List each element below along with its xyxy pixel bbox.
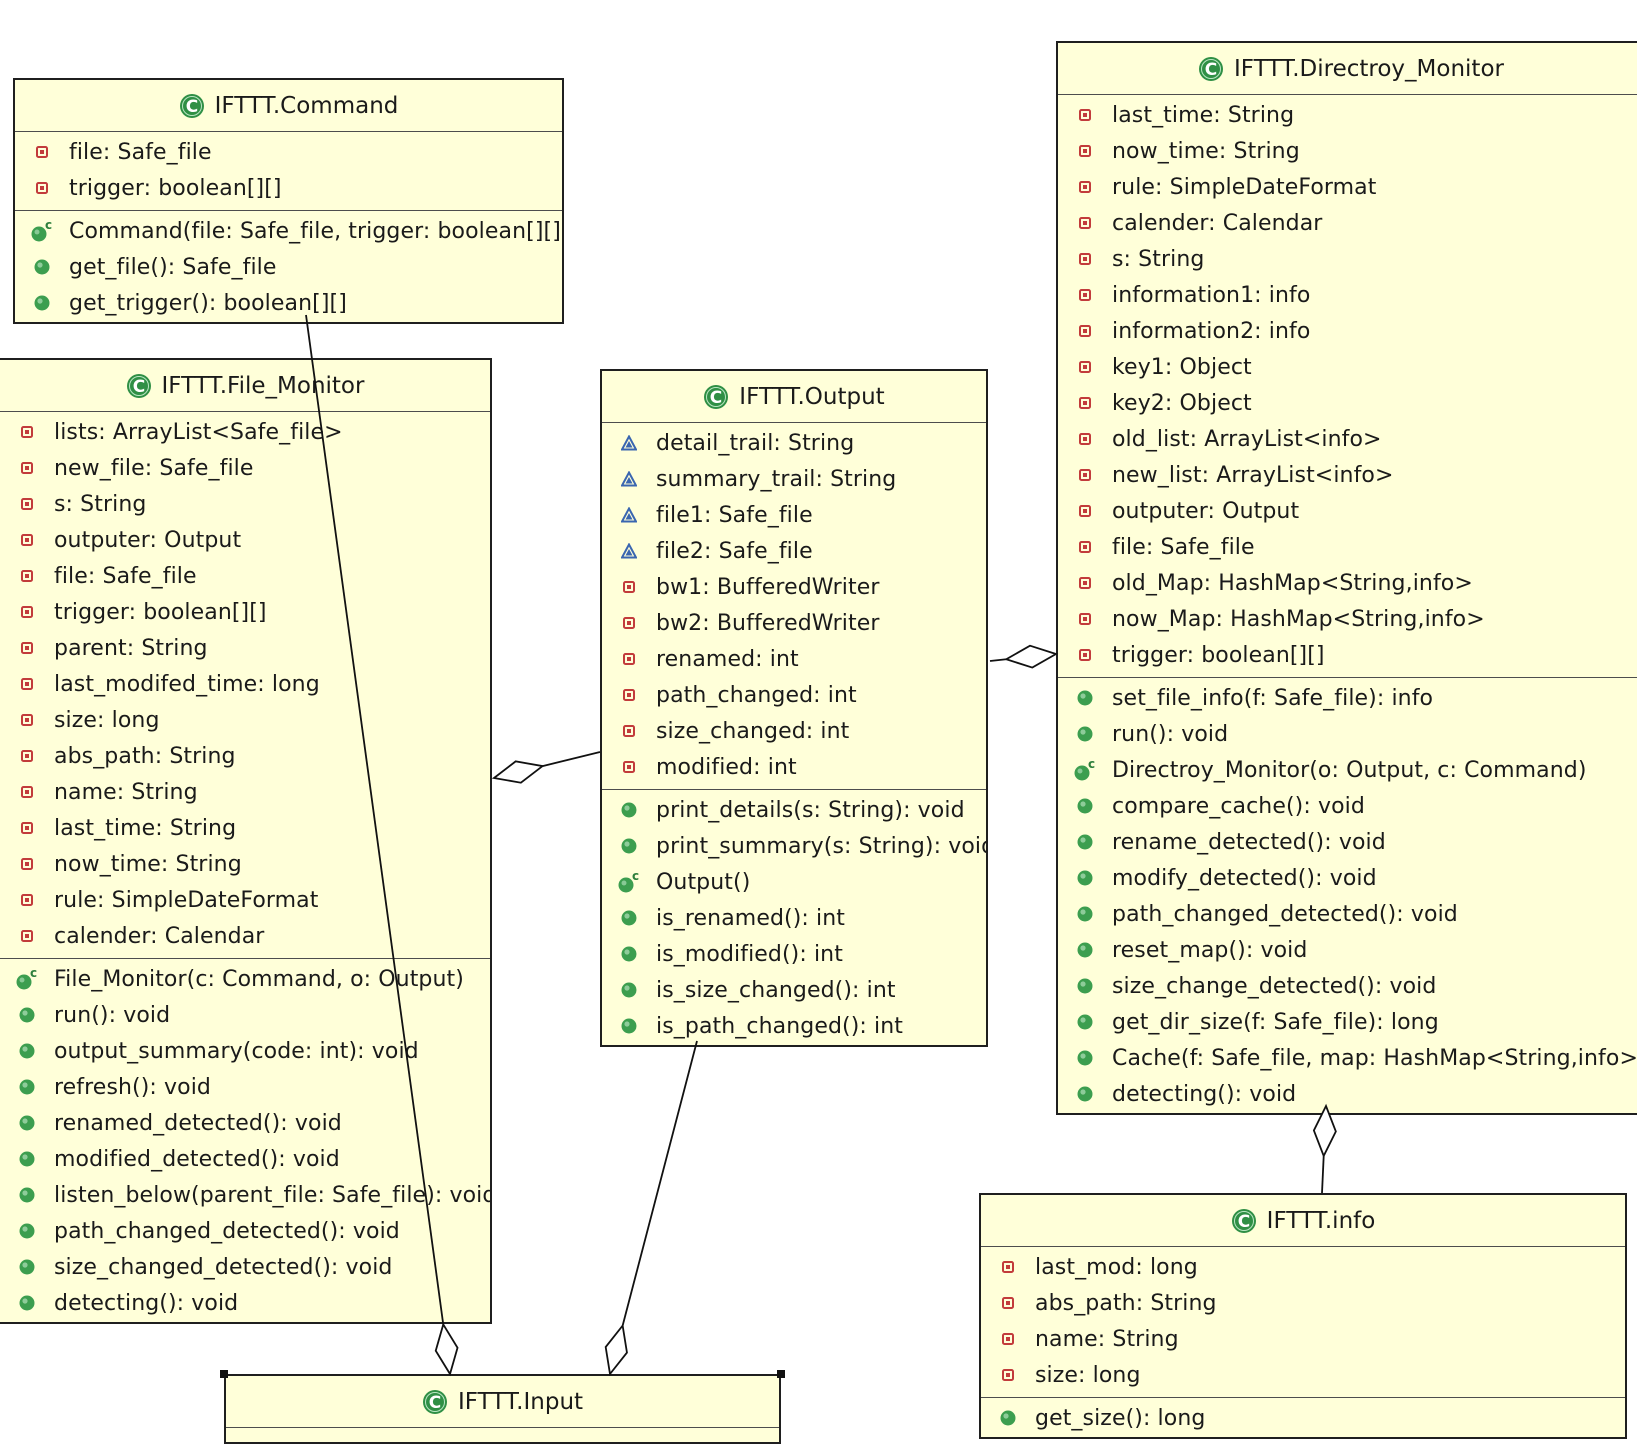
aggregation-diamond xyxy=(491,760,545,784)
aggregation-line[interactable] xyxy=(1321,1155,1325,1194)
aggregation-diamond xyxy=(1004,644,1059,669)
aggregation-diamond xyxy=(604,1323,628,1377)
uml-class-diagram: C IFTTT.Command file: Safe_file trigger: bo… xyxy=(0,0,1637,1444)
aggregation-line[interactable] xyxy=(542,751,601,767)
aggregation-diamond xyxy=(434,1322,459,1377)
aggregation-diamond xyxy=(1312,1103,1337,1159)
aggregation-line[interactable] xyxy=(305,314,445,1325)
aggregation-line[interactable] xyxy=(989,658,1007,662)
relation-lines xyxy=(305,314,1337,1377)
aggregation-line[interactable] xyxy=(621,1040,698,1326)
